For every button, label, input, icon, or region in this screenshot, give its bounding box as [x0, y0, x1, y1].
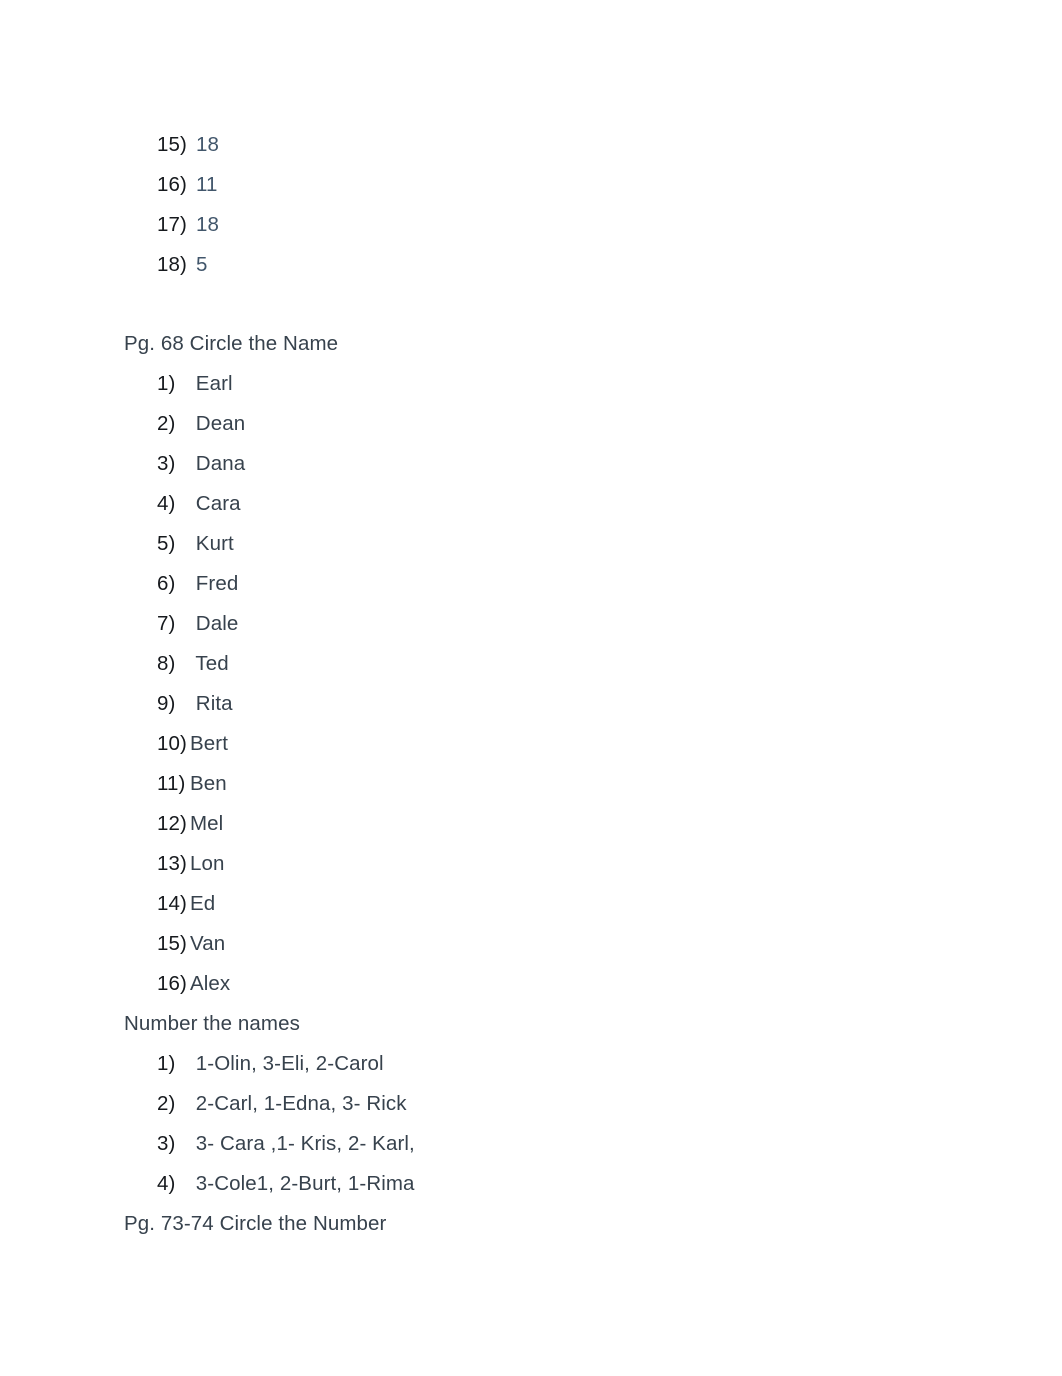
- list-marker: 1): [157, 1052, 176, 1075]
- list-marker: 2): [157, 412, 176, 435]
- list-item-text: Ted: [190, 652, 229, 675]
- list-item-text: 2-Carl, 1-Edna, 3- Rick: [190, 1092, 407, 1115]
- list-item: 10) Bert: [157, 724, 744, 764]
- list-item-text: Bert: [190, 732, 228, 755]
- list-marker: 3): [157, 1132, 176, 1155]
- answer-list-continued: 15) 18 16) 11 17) 18 18) 5: [124, 125, 744, 285]
- list-item: 16) 11: [157, 165, 744, 205]
- list-marker: 17): [157, 213, 187, 236]
- list-marker: 13): [157, 852, 187, 875]
- list-item: 1) Earl: [157, 364, 744, 404]
- list-item-text: 3-Cole1, 2-Burt, 1-Rima: [190, 1172, 415, 1195]
- list-marker: 16): [157, 972, 187, 995]
- list-item-text: Van: [190, 932, 226, 955]
- section-heading-number-the-names: Number the names: [124, 1012, 300, 1035]
- list-item: 13) Lon: [157, 844, 744, 884]
- list-item: 7) Dale: [157, 604, 744, 644]
- section-heading-pg73-74: Pg. 73-74 Circle the Number: [124, 1212, 387, 1235]
- list-item: 3) Dana: [157, 444, 744, 484]
- list-marker: 3): [157, 452, 176, 475]
- list-item-text: Cara: [190, 492, 241, 515]
- list-item-text: Kurt: [190, 532, 234, 555]
- list-item: 4) 3-Cole1, 2-Burt, 1-Rima: [157, 1164, 744, 1204]
- list-item: 16) Alex: [157, 964, 744, 1004]
- list-item-text: Dana: [190, 452, 246, 475]
- list-item: 9) Rita: [157, 684, 744, 724]
- list-marker: 14): [157, 892, 187, 915]
- list-item: 2) 2-Carl, 1-Edna, 3- Rick: [157, 1084, 744, 1124]
- list-item: 18) 5: [157, 245, 744, 285]
- list-marker: 2): [157, 1092, 176, 1115]
- list-item: 8) Ted: [157, 644, 744, 684]
- numbering-list: 1) 1-Olin, 3-Eli, 2-Carol 2) 2-Carl, 1-E…: [124, 1044, 744, 1204]
- list-item-text: Ed: [190, 892, 216, 915]
- list-marker: 16): [157, 173, 187, 196]
- list-item: 14) Ed: [157, 884, 744, 924]
- document-content: 15) 18 16) 11 17) 18 18) 5 Pg. 68 Circle…: [124, 125, 744, 1244]
- list-item-text: Dean: [190, 412, 246, 435]
- list-item-text: Alex: [190, 972, 231, 995]
- list-item: 2) Dean: [157, 404, 744, 444]
- list-item: 15) 18: [157, 125, 744, 165]
- list-marker: 15): [157, 133, 187, 156]
- list-item: 5) Kurt: [157, 524, 744, 564]
- list-item: 12) Mel: [157, 804, 744, 844]
- list-item-text: 18: [196, 133, 220, 156]
- name-list: 1) Earl 2) Dean 3) Dana 4) Cara 5) Kurt …: [124, 364, 744, 1004]
- list-item-text: Ben: [190, 772, 227, 795]
- list-item-text: 5: [196, 253, 208, 276]
- list-marker: 4): [157, 1172, 176, 1195]
- list-item-text: 18: [196, 213, 220, 236]
- section-heading-pg68: Pg. 68 Circle the Name: [124, 332, 339, 355]
- list-item: 15) Van: [157, 924, 744, 964]
- list-marker: 9): [157, 692, 176, 715]
- list-item-text: 1-Olin, 3-Eli, 2-Carol: [190, 1052, 384, 1075]
- list-item: 6) Fred: [157, 564, 744, 604]
- list-item: 11) Ben: [157, 764, 744, 804]
- list-item-text: Fred: [190, 572, 239, 595]
- list-marker: 5): [157, 532, 176, 555]
- list-item-text: Mel: [190, 812, 224, 835]
- list-marker: 4): [157, 492, 176, 515]
- list-marker: 18): [157, 253, 187, 276]
- list-item-text: Lon: [190, 852, 225, 875]
- list-item-text: Rita: [190, 692, 233, 715]
- list-marker: 10): [157, 732, 187, 755]
- list-marker: 15): [157, 932, 187, 955]
- list-marker: 11): [157, 772, 186, 795]
- list-item: 3) 3- Cara ,1- Kris, 2- Karl,: [157, 1124, 744, 1164]
- list-marker: 8): [157, 652, 176, 675]
- list-item: 1) 1-Olin, 3-Eli, 2-Carol: [157, 1044, 744, 1084]
- list-item: 4) Cara: [157, 484, 744, 524]
- list-marker: 6): [157, 572, 176, 595]
- list-item: 17) 18: [157, 205, 744, 245]
- document-page: 15) 18 16) 11 17) 18 18) 5 Pg. 68 Circle…: [0, 0, 1062, 1376]
- list-item-text: Dale: [190, 612, 239, 635]
- list-item-text: Earl: [190, 372, 233, 395]
- list-marker: 1): [157, 372, 176, 395]
- list-item-text: 11: [196, 173, 218, 196]
- list-marker: 7): [157, 612, 176, 635]
- list-marker: 12): [157, 812, 187, 835]
- list-item-text: 3- Cara ,1- Kris, 2- Karl,: [190, 1132, 415, 1155]
